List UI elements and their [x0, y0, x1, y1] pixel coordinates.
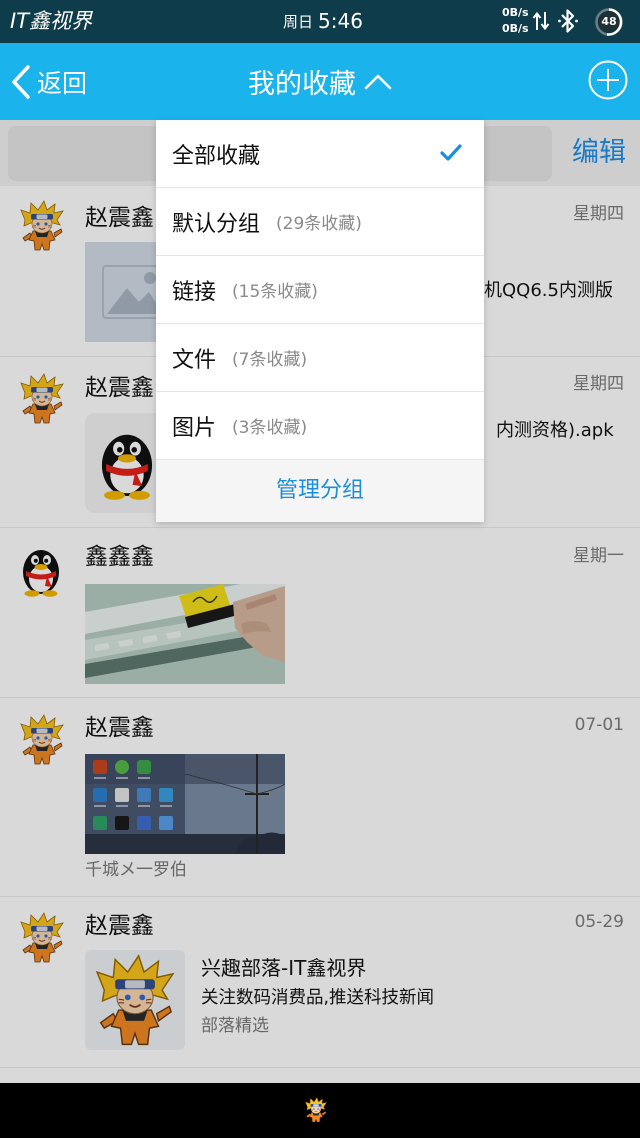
status-time: 5:46	[318, 9, 363, 33]
network-speed: 0B/s 0B/s	[502, 5, 529, 37]
dropdown-item-label: 文件	[172, 347, 217, 373]
net-speed-down: 0B/s	[502, 22, 529, 35]
category-dropdown-menu: 全部收藏 默认分组 (29条收藏) 链接 (15条收藏) 文件 (7条收藏) 图…	[156, 120, 484, 522]
category-dropdown-toggle[interactable]: 我的收藏	[248, 62, 392, 101]
data-transfer-icon	[532, 11, 550, 31]
title-wrap: 我的收藏	[0, 43, 640, 120]
dropdown-item-images[interactable]: 图片 (3条收藏)	[156, 392, 484, 460]
dropdown-item-links[interactable]: 链接 (15条收藏)	[156, 256, 484, 324]
naruto-nav-icon[interactable]	[305, 1096, 327, 1124]
dropdown-item-label: 默认分组	[172, 211, 261, 237]
plus-circle-icon[interactable]	[588, 60, 628, 100]
manage-groups-button[interactable]: 管理分组	[156, 460, 484, 522]
dropdown-item-label: 图片	[172, 415, 217, 441]
status-bar: IT鑫视界 周日 5:46 0B/s 0B/s 48	[0, 0, 640, 43]
dropdown-item-default-group[interactable]: 默认分组 (29条收藏)	[156, 188, 484, 256]
battery-level: 48	[601, 15, 617, 28]
header-bar: 返回 我的收藏	[0, 43, 640, 120]
favorites-screen: IT鑫视界 周日 5:46 0B/s 0B/s 48 返回 我的收藏 编辑 赵震…	[0, 0, 640, 1138]
system-nav-bar	[0, 1083, 640, 1138]
dropdown-item-label: 全部收藏	[172, 143, 261, 169]
dropdown-item-all[interactable]: 全部收藏	[156, 120, 484, 188]
chevron-up-icon	[364, 74, 392, 89]
dropdown-item-count: (3条收藏)	[232, 418, 308, 438]
status-app-label: IT鑫视界	[10, 9, 93, 33]
back-button[interactable]: 返回	[10, 43, 87, 120]
bluetooth-icon	[558, 9, 578, 33]
dropdown-item-count: (29条收藏)	[276, 214, 362, 234]
back-label: 返回	[37, 68, 88, 98]
dropdown-item-count: (15条收藏)	[232, 282, 318, 302]
status-day: 周日	[283, 13, 314, 31]
checkmark-icon	[440, 144, 462, 161]
dropdown-item-files[interactable]: 文件 (7条收藏)	[156, 324, 484, 392]
chevron-left-icon	[12, 64, 30, 99]
dropdown-item-label: 链接	[172, 279, 217, 305]
battery-icon: 48	[594, 7, 624, 37]
net-speed-up: 0B/s	[502, 6, 529, 19]
dropdown-item-count: (7条收藏)	[232, 350, 308, 370]
page-title: 我的收藏	[248, 69, 356, 100]
